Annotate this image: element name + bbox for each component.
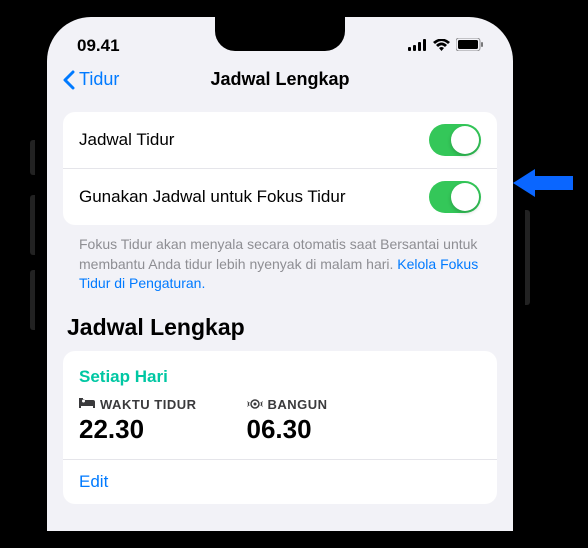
- wake-block: BANGUN 06.30: [247, 397, 328, 445]
- nav-bar: Tidur Jadwal Lengkap: [47, 61, 513, 102]
- phone-screen: 09.41 Tidur Jadwal Lengkap: [47, 17, 513, 531]
- bedtime-value: 22.30: [79, 414, 197, 445]
- nav-title: Jadwal Lengkap: [210, 69, 349, 90]
- phone-frame: 09.41 Tidur Jadwal Lengkap: [35, 5, 525, 543]
- back-button[interactable]: Tidur: [63, 69, 119, 90]
- alarm-icon: [247, 397, 263, 412]
- battery-icon: [456, 36, 483, 56]
- bedtime-block: WAKTU TIDUR 22.30: [79, 397, 197, 445]
- back-label: Tidur: [79, 69, 119, 90]
- schedule-frequency: Setiap Hari: [79, 367, 481, 387]
- wake-value: 06.30: [247, 414, 328, 445]
- bedtime-label: WAKTU TIDUR: [100, 397, 197, 412]
- sleep-schedule-label: Jadwal Tidur: [79, 130, 429, 150]
- edit-button[interactable]: Edit: [63, 459, 497, 492]
- status-time: 09.41: [77, 36, 120, 56]
- footer-description: Fokus Tidur akan menyala secara otomatis…: [63, 225, 497, 294]
- wake-label: BANGUN: [268, 397, 328, 412]
- section-header: Jadwal Lengkap: [63, 294, 497, 351]
- sleep-schedule-toggle[interactable]: [429, 124, 481, 156]
- schedule-card: Setiap Hari WAKTU TIDUR 22.30: [63, 351, 497, 504]
- wifi-icon: [433, 36, 450, 56]
- chevron-left-icon: [63, 70, 75, 90]
- use-schedule-focus-label: Gunakan Jadwal untuk Fokus Tidur: [79, 187, 429, 207]
- bed-icon: [79, 397, 95, 412]
- settings-card: Jadwal Tidur Gunakan Jadwal untuk Fokus …: [63, 112, 497, 225]
- notch: [215, 17, 345, 51]
- sleep-schedule-row: Jadwal Tidur: [63, 112, 497, 168]
- use-schedule-focus-row: Gunakan Jadwal untuk Fokus Tidur: [63, 168, 497, 225]
- cellular-icon: [408, 36, 427, 56]
- callout-arrow-icon: [513, 165, 573, 206]
- use-schedule-focus-toggle[interactable]: [429, 181, 481, 213]
